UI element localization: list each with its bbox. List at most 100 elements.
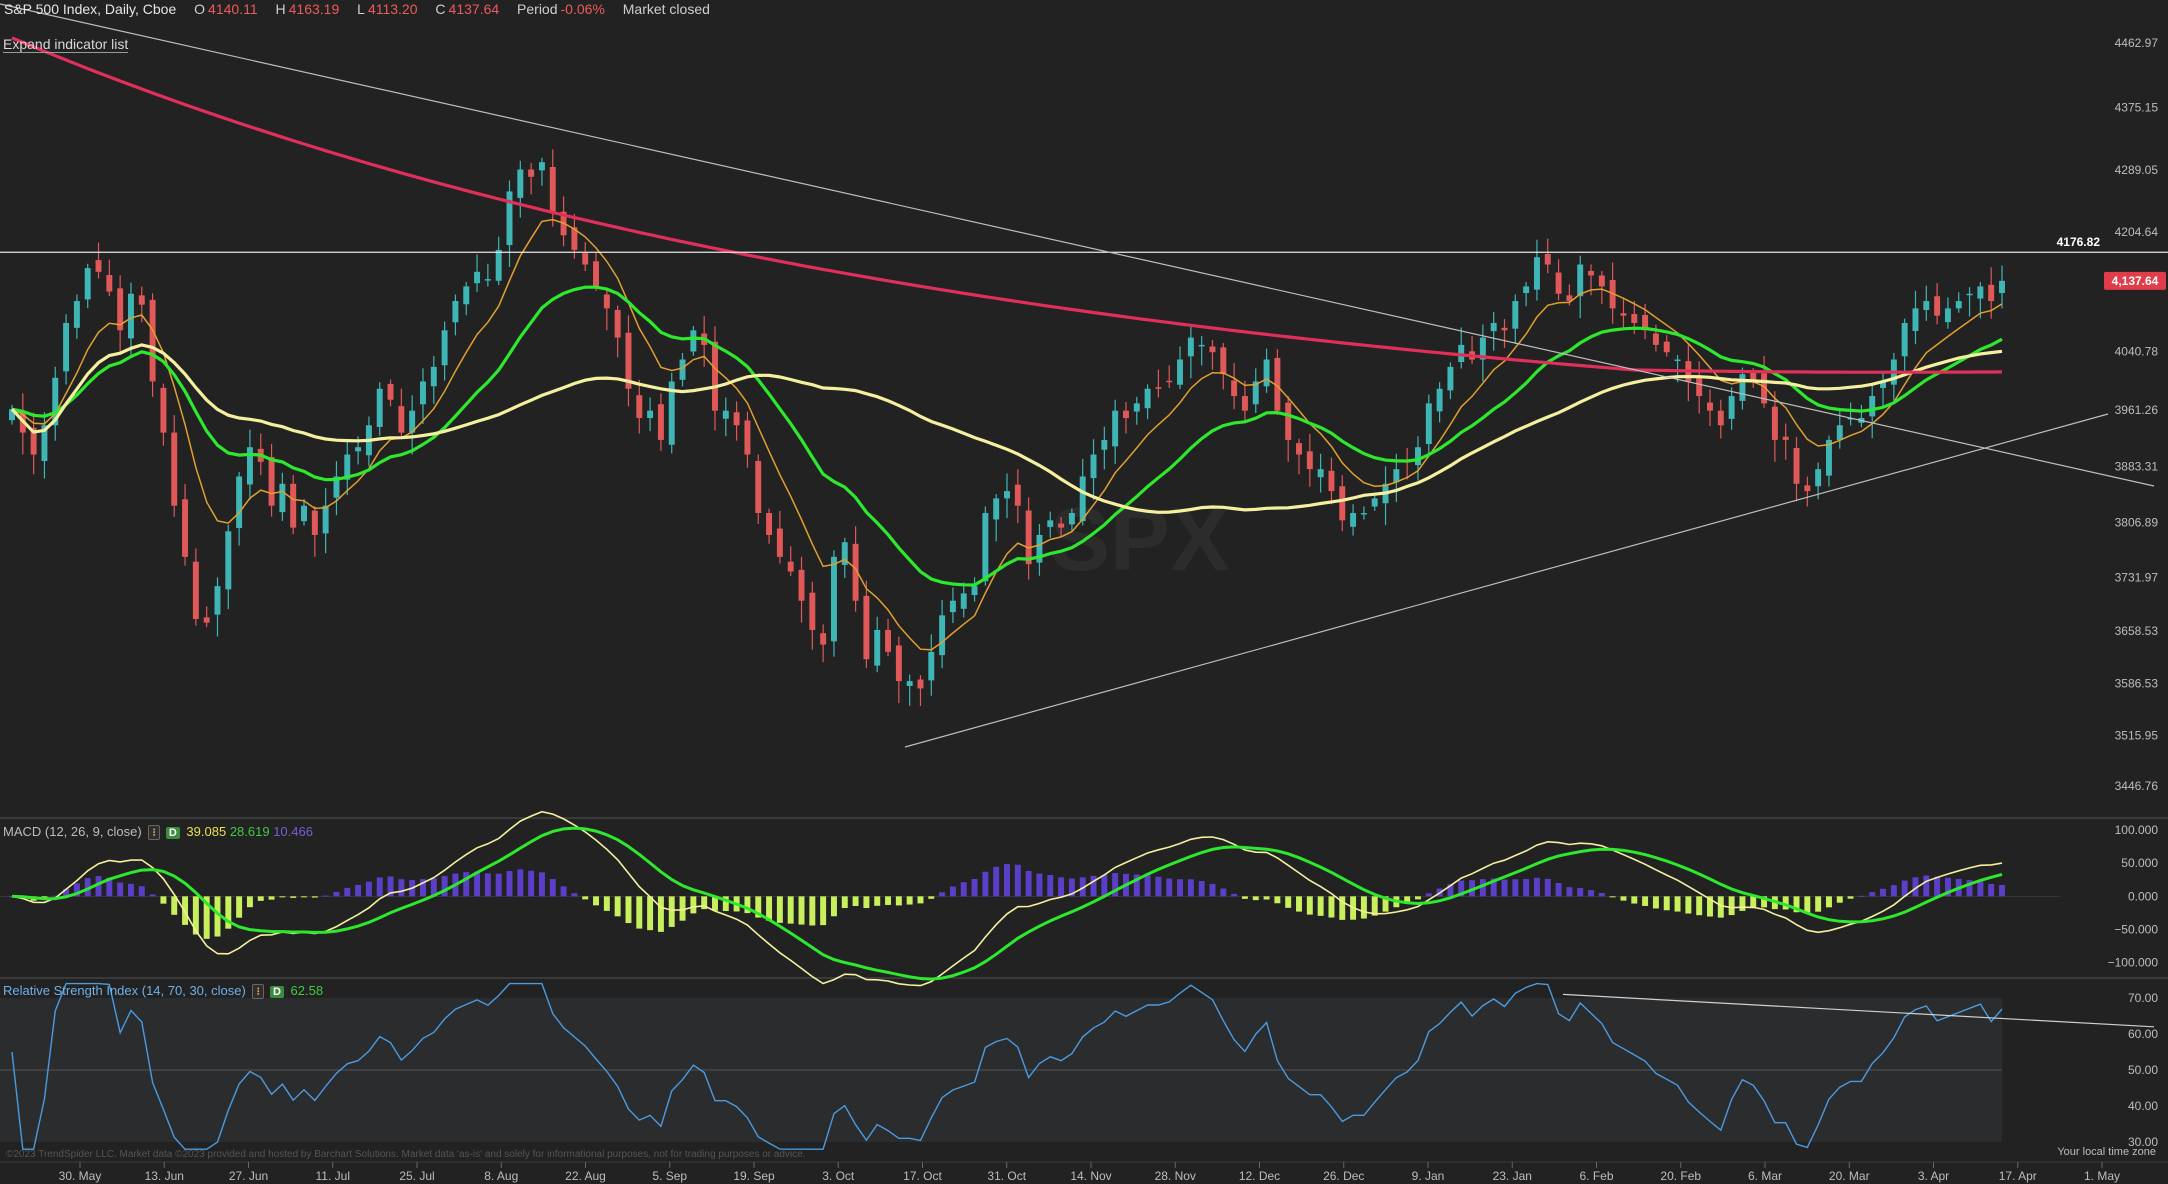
macd-histogram-bar	[1533, 877, 1540, 897]
macd-histogram-bar	[1544, 878, 1551, 897]
candle-body	[1901, 322, 1908, 357]
candle-body	[517, 169, 524, 198]
candle-body	[1004, 491, 1010, 499]
macd-histogram-bar	[809, 896, 816, 926]
macd-histogram-bar	[1155, 876, 1162, 897]
expand-indicator-list-link[interactable]: Expand indicator list	[3, 36, 129, 53]
candle-body	[225, 531, 232, 590]
macd-histogram-bar	[906, 896, 913, 905]
macd-histogram-bar	[1674, 896, 1681, 912]
candle-body	[1144, 388, 1151, 409]
candle-body	[1577, 264, 1584, 297]
price-tick-label: 3883.31	[2115, 460, 2159, 474]
macd-histogram-bar	[1869, 892, 1876, 897]
macd-histogram-bar	[647, 896, 654, 931]
macd-histogram-bar	[787, 896, 794, 924]
macd-histogram-bar	[1890, 885, 1897, 897]
candle-body	[1544, 253, 1551, 265]
macd-histogram-bar	[1598, 893, 1605, 897]
macd-histogram-bar	[1025, 870, 1032, 897]
resistance-label: 4176.82	[2057, 235, 2101, 249]
candle-body	[582, 253, 589, 265]
macd-histogram-bar	[1263, 896, 1270, 900]
macd-histogram-bar	[311, 896, 318, 898]
macd-histogram-bar	[885, 896, 892, 905]
candle-body	[744, 420, 751, 455]
candle-body	[1155, 387, 1162, 389]
candle-body	[1360, 513, 1367, 515]
candle-body	[452, 301, 459, 323]
candle-body	[820, 633, 827, 645]
date-tick-label: 28. Nov	[1155, 1169, 1196, 1183]
candle-body	[95, 260, 102, 272]
candle-body	[1631, 314, 1638, 323]
candle-body	[1122, 410, 1129, 418]
macd-histogram-bar	[917, 896, 924, 904]
macd-histogram-bar	[301, 896, 307, 898]
candle-body	[1415, 447, 1421, 466]
candle-body	[1739, 374, 1746, 401]
candle-body	[1090, 454, 1097, 479]
macd-histogram-bar	[830, 896, 837, 917]
timezone-label: Your local time zone	[2057, 1146, 2156, 1158]
macd-panel: 100.000 50.000 0.000 −50.000 −100.000	[0, 810, 2159, 987]
settings-icon[interactable]: ⁝	[252, 984, 264, 999]
candle-body	[1490, 322, 1497, 332]
market-status: Market closed	[622, 1, 710, 17]
price-tick-label: 3586.53	[2115, 677, 2159, 691]
macd-histogram-bar	[1696, 896, 1703, 916]
candle-body	[311, 510, 318, 535]
price-tick-label: 4289.05	[2115, 163, 2159, 177]
candle-body	[236, 476, 243, 529]
candle-body	[1912, 308, 1919, 332]
candlesticks	[9, 149, 2005, 706]
macd-histogram-bar	[1209, 883, 1216, 897]
settings-icon[interactable]: ⁝	[148, 825, 160, 840]
macd-histogram-bar	[928, 896, 935, 899]
macd-histogram-bar	[1728, 896, 1735, 916]
macd-histogram-bar	[1177, 879, 1184, 897]
date-tick-label: 25. Jul	[399, 1169, 434, 1183]
candle-body	[614, 309, 621, 338]
macd-histogram-bar	[149, 894, 156, 897]
macd-histogram-bar	[960, 882, 967, 897]
candle-body	[960, 593, 967, 609]
candle-body	[895, 645, 902, 682]
candle-body	[949, 600, 956, 613]
candle-body	[1285, 402, 1292, 440]
dock-icon[interactable]: D	[165, 827, 180, 839]
moving-averages	[10, 36, 2003, 651]
macd-histogram-bar	[1588, 890, 1594, 897]
macd-histogram-bar	[1296, 896, 1302, 912]
candle-body	[290, 483, 297, 528]
candle-body	[73, 301, 80, 328]
macd-histogram-bar	[1934, 876, 1941, 897]
macd-histogram-bar	[549, 879, 556, 897]
macd-histogram-bar	[257, 896, 264, 901]
date-tick-label: 30. May	[59, 1169, 102, 1183]
candle-body	[1934, 296, 1941, 316]
macd-tick-label: 100.000	[2115, 823, 2159, 837]
candle-body	[1782, 436, 1789, 440]
candle-body	[279, 483, 286, 513]
candle-body	[1187, 337, 1194, 357]
macd-histogram-bar	[1555, 882, 1562, 897]
candle-body	[182, 499, 189, 557]
candle-body	[1306, 451, 1313, 470]
price-tick-label: 3446.76	[2115, 779, 2159, 793]
candle-body	[192, 561, 199, 619]
candle-body	[1079, 476, 1086, 522]
chart-canvas[interactable]: SPX 4176.82 4,137.64 4462.97 4375.15 4289.0…	[0, 0, 2168, 1184]
macd-tick-label: 0.000	[2128, 889, 2158, 903]
ma-line-3	[11, 36, 2003, 374]
candle-body	[636, 395, 643, 418]
candle-body	[1728, 396, 1735, 419]
candle-body	[1999, 280, 2005, 294]
open-value: 4140.11	[208, 1, 258, 17]
candle-body	[1988, 284, 1995, 302]
candle-body	[1696, 376, 1703, 397]
candle-body	[690, 330, 697, 352]
date-tick-label: 13. Jun	[145, 1169, 184, 1183]
price-tick-label: 3961.26	[2115, 403, 2159, 417]
dock-icon[interactable]: D	[269, 986, 284, 998]
